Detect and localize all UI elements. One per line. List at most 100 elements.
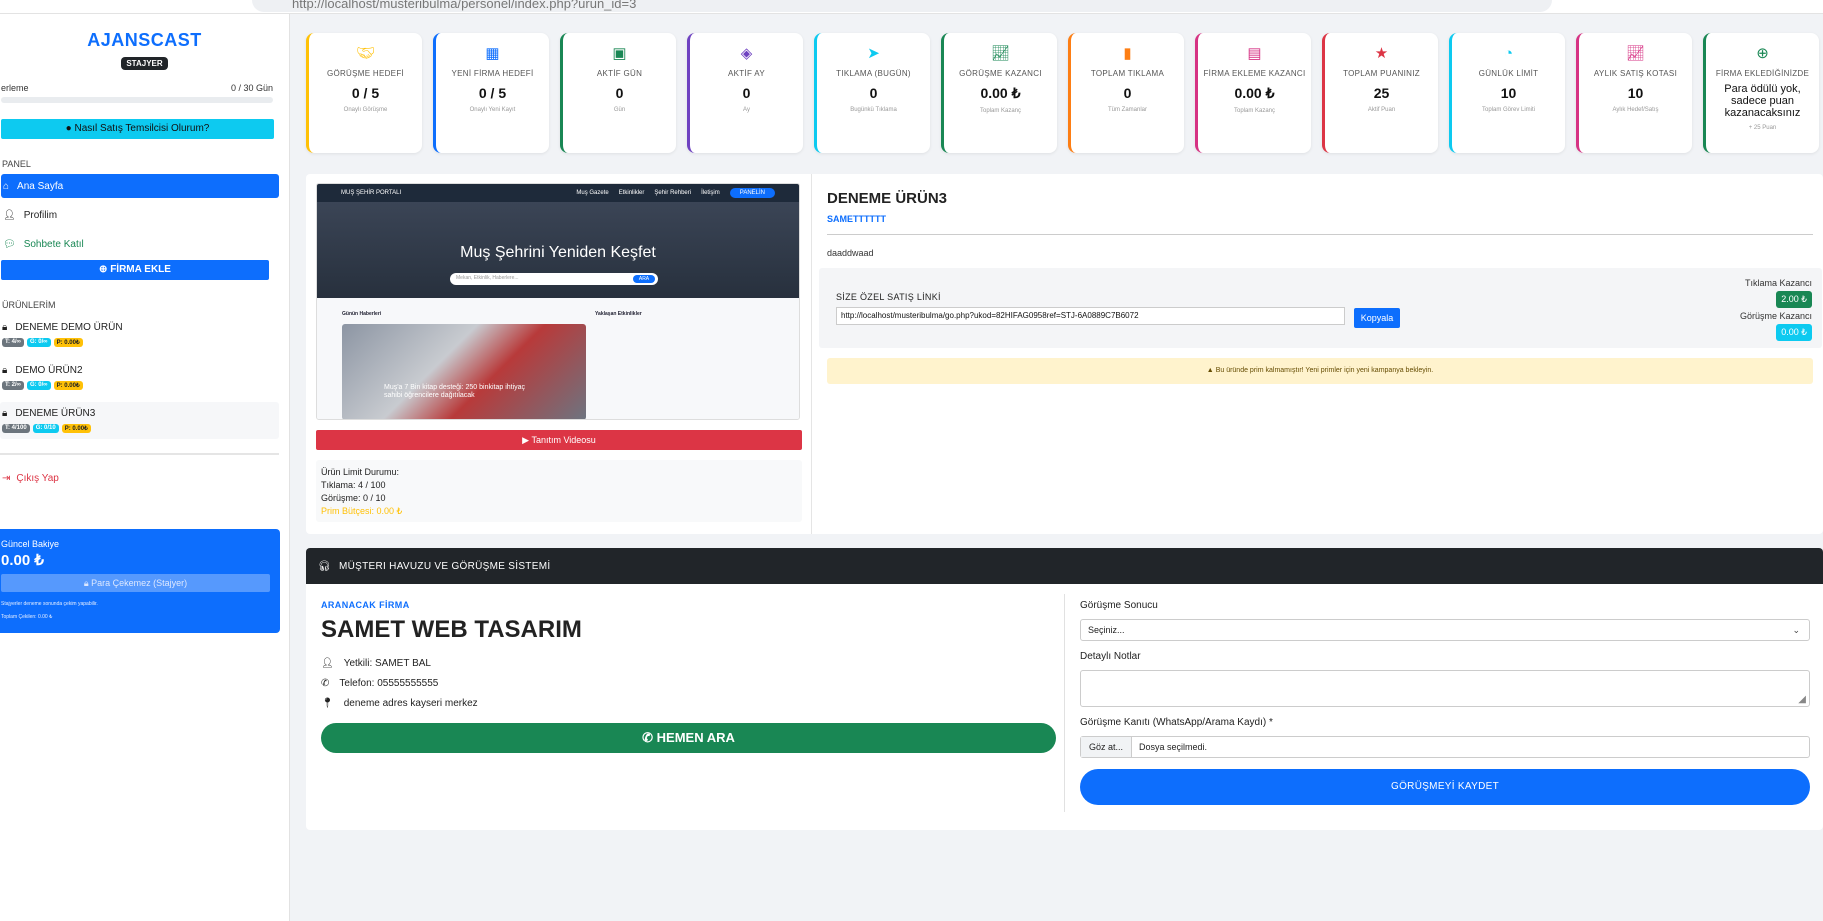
no-bonus-warning: ▲ Bu üründe prim kalmamıştır! Yeni priml… xyxy=(827,358,1813,384)
stat-card: 📈︎ GÖRÜŞME KAZANCI 0.00 ₺ Toplam Kazanç xyxy=(941,33,1057,153)
stat-value: Para ödülü yok, sadece puan kazanacaksın… xyxy=(1724,83,1801,119)
stats-row: 🤝︎ GÖRÜŞME HEDEFİ 0 / 5 Onaylı Görüşme ▦ YENİ… xyxy=(306,33,1819,153)
bonus-chip: P: 0.00₺ xyxy=(53,381,83,390)
stat-sub: Gün xyxy=(613,107,626,113)
product-title: DENEME ÜRÜN3 xyxy=(827,190,948,207)
product-item-selected[interactable]: 🔒︎ DENEME ÜRÜN3 T: 4/100 G: 0/10 P: 0.00₺ xyxy=(0,402,279,439)
stat-sub: + 25 Puan xyxy=(1748,125,1777,131)
lock-icon: 🔒︎ xyxy=(83,578,89,588)
nav-home[interactable]: ⌂ Ana Sayfa xyxy=(1,174,279,198)
stat-sub: Ay xyxy=(743,107,750,113)
preview-caption: Muş'a 7 Bin kitap desteği: 250 binkitap … xyxy=(384,384,526,399)
intro-video-button[interactable]: ▶ Tanıtım Videosu xyxy=(316,430,802,450)
stat-card: ➤ TIKLAMA (BUGÜN) 0 Bugünkü Tıklama xyxy=(814,33,930,153)
logout-icon: ⇥ xyxy=(2,473,11,484)
stat-sub: Tüm Zamanlar xyxy=(1107,107,1147,113)
save-meeting-button[interactable]: GÖRÜŞMEYİ KAYDET xyxy=(1080,769,1810,805)
details-rule xyxy=(827,234,1813,235)
panel-section-label: PANEL xyxy=(2,159,31,169)
firm-address: 📍︎ deneme adres kayseri merkez xyxy=(321,698,478,709)
plus-circle-icon: ⊕ xyxy=(99,264,108,275)
browser-toolbar: http://localhost/musteribulma/personel/i… xyxy=(0,0,1823,14)
stat-sub: Onaylı Yeni Kayıt xyxy=(469,107,516,113)
sidebar: AJANSCAST STAJYER erleme 0 / 30 Gün ● Na… xyxy=(0,14,290,921)
lock-icon: 🔒︎ xyxy=(2,322,8,333)
stat-sub: Aktif Puan xyxy=(1367,107,1396,113)
call-firm-label: ARANACAK FİRMA xyxy=(321,600,410,610)
product-company: SAMETTTTTT xyxy=(827,214,886,224)
phone-icon: ✆ xyxy=(321,678,330,689)
product-item[interactable]: 🔒︎ DENEME DEMO ÜRÜN T: 4/∞ G: 0/∞ P: 0.00… xyxy=(0,316,279,353)
product-preview-image: MUŞ ŞEHİR PORTALI Muş Gazete Etkinlikler… xyxy=(316,183,800,420)
nav-profile[interactable]: 👤︎ Profilim xyxy=(1,203,279,227)
click-earning: Tıklama Kazancı 2.00 ₺ xyxy=(1745,278,1812,308)
stat-label: GÖRÜŞME KAZANCI xyxy=(959,69,1042,78)
sales-link-input[interactable]: http://localhost/musteribulma/go.php?uko… xyxy=(836,307,1345,325)
brand-logo[interactable]: AJANSCAST xyxy=(0,30,289,51)
notes-textarea[interactable]: ◢ xyxy=(1080,670,1810,707)
product-panel: MUŞ ŞEHİR PORTALI Muş Gazete Etkinlikler… xyxy=(306,174,1823,534)
lock-icon: 🔒︎ xyxy=(2,408,8,419)
firm-contact: 👤︎ Yetkili: SAMET BAL xyxy=(321,658,431,669)
product-item[interactable]: 🔒︎ DEMO ÜRÜN2 T: 2/∞ G: 0/∞ P: 0.00₺ xyxy=(0,359,279,396)
meeting-earning: Görüşme Kazancı 0.00 ₺ xyxy=(1740,311,1812,341)
stat-card: ▤ FİRMA EKLEME KAZANCI 0.00 ₺ Toplam Kazanç xyxy=(1195,33,1311,153)
calendar-check-icon: ▣ xyxy=(612,45,627,62)
trial-progress-value: 0 / 30 Gün xyxy=(230,83,273,93)
withdrawn-total: Toplam Çekilen: 0.00 ₺ xyxy=(1,614,53,620)
meeting-chip: G: 0/∞ xyxy=(26,381,51,390)
chevron-down-icon: ⌄ xyxy=(1792,625,1800,635)
add-firm-button[interactable]: ⊕ FİRMA EKLE xyxy=(1,260,269,280)
copy-button[interactable]: Kopyala xyxy=(1354,308,1400,328)
stat-sub: Toplam Kazanç xyxy=(979,108,1022,114)
pool-header: 🎧︎ MÜŞTERI HAVUZU VE GÖRÜŞME SİSTEMİ xyxy=(306,548,1823,584)
stat-value: 0 xyxy=(869,85,878,101)
gauge-icon: ◔ xyxy=(1503,45,1514,62)
stat-label: FİRMA EKLEME KAZANCI xyxy=(1203,69,1306,78)
stat-value: 0 / 5 xyxy=(478,85,507,101)
youtube-icon: ▶ xyxy=(522,435,530,445)
firm-info: ARANACAK FİRMA SAMET WEB TASARIM 👤︎ Yetki… xyxy=(321,584,1056,753)
meeting-earning-label: Görüşme Kazancı xyxy=(1739,311,1812,321)
lock-icon: 🔒︎ xyxy=(2,365,8,376)
stat-label: AYLIK SATIŞ KOTASI xyxy=(1593,69,1678,78)
notes-label: Detaylı Notlar xyxy=(1080,651,1141,662)
resize-handle-icon[interactable]: ◢ xyxy=(1798,694,1806,705)
stat-card: ⊕ FİRMA EKLEDİĞİNİZDE Para ödülü yok, sade… xyxy=(1703,33,1819,153)
chart-line-icon: 📈︎ xyxy=(990,45,1011,62)
stat-value: 0 xyxy=(742,85,751,101)
stat-label: AKTİF GÜN xyxy=(596,69,643,78)
how-to-button[interactable]: ● Nasıl Satış Temsilcisi Olurum? xyxy=(1,119,274,139)
user-icon: 👤︎ xyxy=(3,209,16,221)
address-bar[interactable]: http://localhost/musteribulma/personel/i… xyxy=(252,0,1552,12)
product-description: daaddwaad xyxy=(827,248,874,258)
meeting-earning-value: 0.00 ₺ xyxy=(1776,324,1812,341)
bar-chart-icon: ▮ xyxy=(1123,45,1132,62)
stat-value: 0.00 ₺ xyxy=(1234,85,1275,101)
call-now-button[interactable]: ✆ HEMEN ARA xyxy=(321,723,1056,753)
question-icon: ● xyxy=(65,123,72,134)
meeting-chip: G: 0/10 xyxy=(32,424,59,433)
click-chip: T: 4/100 xyxy=(2,424,30,433)
proof-file-input[interactable]: Göz at... Dosya seçilmedi. xyxy=(1080,736,1810,758)
product-details: DENEME ÜRÜN3 SAMETTTTTT daaddwaad SİZE Ö… xyxy=(819,174,1822,384)
preview-nav-link: Şehir Rehberi xyxy=(654,190,692,196)
preview-navbar: MUŞ ŞEHİR PORTALI Muş Gazete Etkinlikler… xyxy=(317,184,799,202)
result-select[interactable]: Seçiniz... ⌄ xyxy=(1080,619,1810,641)
stat-card: ▮ TOPLAM TIKLAMA 0 Tüm Zamanlar xyxy=(1068,33,1184,153)
trend-icon: 📈︎ xyxy=(1625,45,1646,62)
stat-value: 0 xyxy=(1123,85,1132,101)
building-icon: ▦ xyxy=(485,45,500,62)
stat-value: 10 xyxy=(1627,85,1644,101)
layers-icon: ◈ xyxy=(740,45,753,62)
logout-link[interactable]: ⇥ Çıkış Yap xyxy=(2,473,289,484)
nav-chat[interactable]: 💬︎ Sohbete Katıl xyxy=(1,232,279,256)
sales-link-label: SİZE ÖZEL SATIŞ LİNKİ xyxy=(836,292,941,302)
withdraw-button[interactable]: 🔒︎ Para Çekemez (Stajyer) xyxy=(1,574,270,592)
stat-value: 0 xyxy=(615,85,624,101)
browse-button[interactable]: Göz at... xyxy=(1081,737,1133,757)
withdraw-note: Stajyerler deneme sonunda çekim yapabili… xyxy=(1,601,98,607)
stat-value: 25 xyxy=(1373,85,1390,101)
file-status: Dosya seçilmedi. xyxy=(1139,742,1208,752)
handshake-icon: 🤝︎ xyxy=(355,45,376,62)
